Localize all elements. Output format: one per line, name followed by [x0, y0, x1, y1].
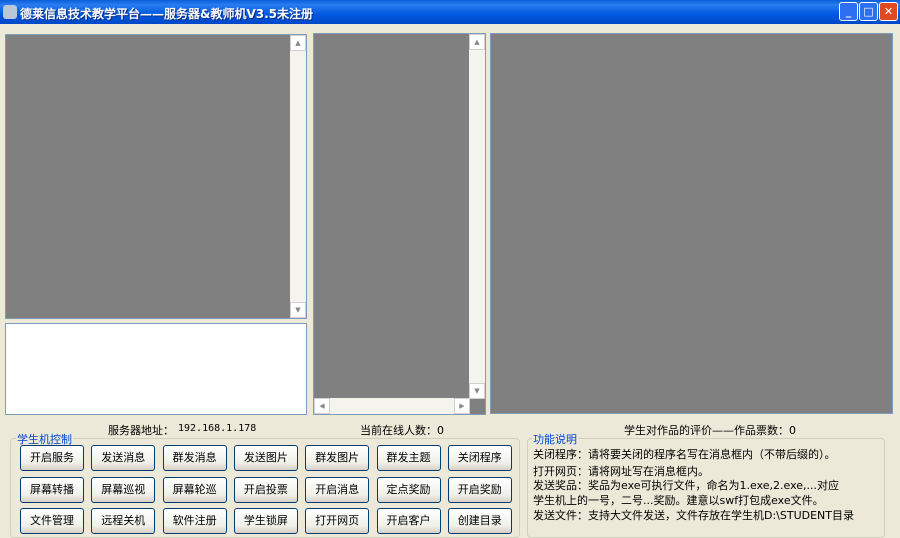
app-icon	[3, 5, 17, 19]
server-address-label: 服务器地址：	[108, 424, 174, 437]
scroll-left-icon[interactable]: ◀	[314, 398, 330, 414]
title-bar: 德莱信息技术教学平台——服务器&教师机V3.5未注册 _ □ ✕	[0, 0, 900, 24]
student-list[interactable]: ▲ ▼	[5, 34, 307, 319]
control-button[interactable]: 屏幕转播	[20, 476, 84, 503]
control-button[interactable]: 定点奖励	[376, 476, 441, 503]
control-button[interactable]: 屏幕巡视	[91, 476, 156, 503]
help-line: 发送奖品：奖品为exe可执行文件，命名为1.exe,2.exe,...对应	[533, 479, 840, 492]
scroll-down-icon[interactable]: ▼	[469, 383, 485, 399]
control-button[interactable]: 关闭程序	[447, 445, 512, 471]
rating-count: 学生对作品的评价——作品票数：0	[624, 424, 796, 437]
message-input[interactable]	[5, 323, 307, 415]
scrollbar[interactable]: ▲ ▼	[469, 34, 485, 399]
scroll-down-icon[interactable]: ▼	[290, 302, 306, 318]
help-group-title: 功能说明	[532, 431, 578, 447]
scroll-up-icon[interactable]: ▲	[290, 35, 306, 51]
control-button[interactable]: 软件注册	[162, 508, 227, 534]
control-button[interactable]: 文件管理	[20, 508, 84, 534]
control-button[interactable]: 创建目录	[447, 508, 512, 534]
window-title: 德莱信息技术教学平台——服务器&教师机V3.5未注册	[20, 7, 314, 21]
scroll-up-icon[interactable]: ▲	[469, 34, 485, 50]
control-button[interactable]: 开启消息	[305, 476, 370, 503]
scroll-right-icon[interactable]: ▶	[454, 398, 470, 414]
scrollbar[interactable]: ▲ ▼	[290, 35, 306, 318]
screen-view	[490, 33, 893, 414]
control-button[interactable]: 学生锁屏	[233, 508, 298, 534]
control-button[interactable]: 打开网页	[305, 508, 370, 534]
help-line: 发送文件：支持大文件发送，文件存放在学生机D:\STUDENT目录	[533, 509, 855, 522]
help-line: 学生机上的一号，二号...奖励。建意以swf打包成exe文件。	[533, 494, 824, 507]
minimize-button[interactable]: _	[839, 2, 858, 21]
control-button[interactable]: 发送图片	[233, 445, 298, 471]
online-list[interactable]: ▲ ▼ ◀ ▶	[313, 33, 486, 415]
control-button[interactable]: 开启投票	[233, 476, 298, 503]
control-button[interactable]: 群发图片	[305, 445, 370, 471]
control-button[interactable]: 开启服务	[20, 445, 84, 471]
online-count: 当前在线人数：0	[360, 424, 444, 437]
h-scrollbar[interactable]: ◀ ▶	[314, 398, 470, 414]
control-button[interactable]: 远程关机	[91, 508, 156, 534]
maximize-button[interactable]: □	[859, 2, 878, 21]
control-button[interactable]: 群发消息	[162, 445, 227, 471]
help-line: 关闭程序：请将要关闭的程序名写在消息框内（不带后缀的）。	[533, 448, 836, 461]
control-button[interactable]: 发送消息	[91, 445, 156, 471]
control-button[interactable]: 开启客户	[376, 508, 441, 534]
control-button[interactable]: 开启奖励	[447, 476, 512, 503]
control-button[interactable]: 屏幕轮巡	[162, 476, 227, 503]
close-button[interactable]: ✕	[879, 2, 898, 21]
server-address: 192.168.1.178	[178, 423, 257, 434]
control-button[interactable]: 群发主题	[376, 445, 441, 471]
